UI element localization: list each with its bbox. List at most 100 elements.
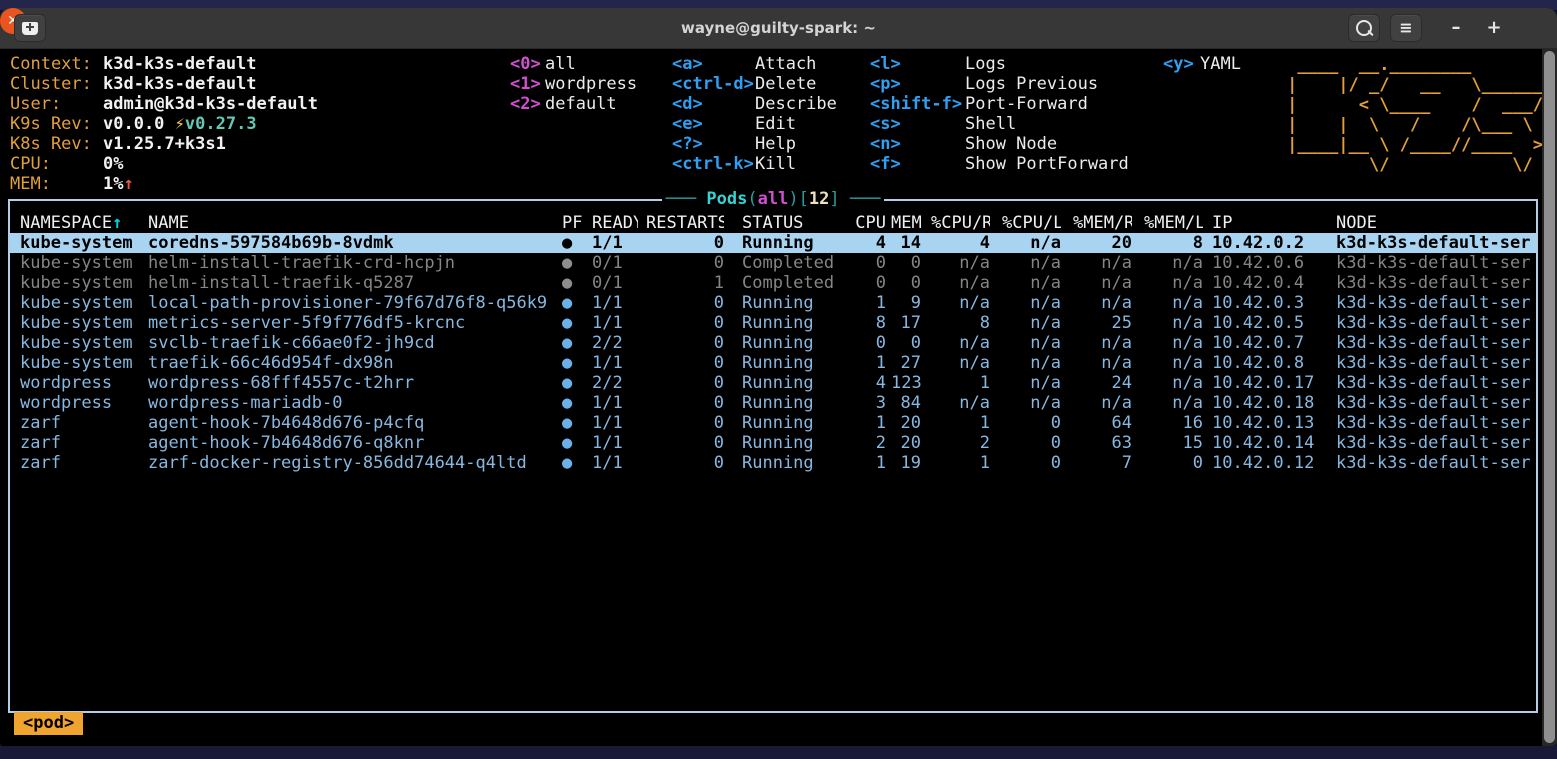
cluster-info-label: User: (10, 94, 103, 114)
table-title-part (840, 189, 850, 209)
table-cell: 0 (1002, 413, 1061, 433)
table-cell: Completed (742, 273, 842, 293)
pf-dot-cell: ● (562, 333, 586, 353)
scrollbar[interactable] (1542, 49, 1557, 746)
table-cell: 1 (852, 353, 886, 373)
scrollbar-thumb[interactable] (1544, 51, 1555, 743)
table-cell: 2/2 (592, 373, 638, 393)
column-header--mem-l: %MEM/L (1144, 213, 1203, 233)
table-cell: k3d-k3s-default-ser (1336, 273, 1536, 293)
table-cell: n/a (931, 293, 990, 313)
table-row[interactable]: wordpresswordpress-mariadb-0●1/10Running… (10, 393, 1536, 413)
table-cell: 10.42.0.13 (1212, 413, 1328, 433)
table-row[interactable]: kube-system svclb-traefik-c66ae0f2-jh9cd ●… (10, 333, 1536, 353)
table-row[interactable]: kube-systemcoredns-597584b69b-8vdmk●1/10… (10, 233, 1536, 253)
action-shortcut-item: <d>Describe (672, 94, 837, 114)
table-cell: 1/1 (592, 433, 638, 453)
table-cell: n/a (1073, 273, 1132, 293)
table-cell: 16 (1144, 413, 1203, 433)
table-cell: Running (742, 393, 842, 413)
table-row[interactable]: kube-systemhelm-install-traefik-crd-hcpj… (10, 253, 1536, 273)
table-cell: zarf (20, 453, 138, 473)
table-cell: svclb-traefik-c66ae0f2-jh9cd (148, 333, 552, 353)
table-cell: kube-system (20, 313, 138, 333)
table-cell: k3d-k3s-default-ser (1336, 233, 1536, 253)
table-row[interactable]: zarfagent-hook-7b4648d676-p4cfq●1/10Runn… (10, 413, 1536, 433)
table-title-part: Pods (706, 189, 747, 209)
table-cell: 10.42.0.5 (1212, 313, 1328, 333)
cluster-info-value: k3d-k3s-default (103, 74, 257, 94)
table-cell: k3d-k3s-default-ser (1336, 453, 1536, 473)
table-cell: agent-hook-7b4648d676-q8knr (148, 433, 552, 453)
pods-table-title: ─── Pods(all)[12] ─── (10, 189, 1536, 209)
action-shortcut-item: <?>Help (672, 134, 837, 154)
cluster-info-value: ⚡ (175, 114, 185, 134)
column-header--mem-r: %MEM/R (1073, 213, 1132, 233)
table-cell: k3d-k3s-default-ser (1336, 253, 1536, 273)
table-cell: n/a (1144, 373, 1203, 393)
table-cell: n/a (1073, 333, 1132, 353)
table-cell: 0/1 (592, 273, 638, 293)
table-cell: n/a (931, 273, 990, 293)
table-row[interactable]: kube-systemmetrics-server-5f9f776df5-krc… (10, 313, 1536, 333)
table-cell: n/a (1002, 373, 1061, 393)
table-row[interactable]: kube-systemhelm-install-traefik-q5287●0/… (10, 273, 1536, 293)
table-cell: Running (742, 333, 842, 353)
shortcut-label: Logs (965, 54, 1006, 74)
table-row[interactable]: wordpresswordpress-68fff4557c-t2hrr●2/20… (10, 373, 1536, 393)
maximize-button[interactable]: + (1484, 8, 1504, 48)
cluster-info-row: CPU:0% (10, 154, 318, 174)
table-row[interactable]: kube-systemlocal-path-provisioner-79f67d… (10, 293, 1536, 313)
table-cell: 20 (891, 413, 921, 433)
table-cell: 4 (852, 233, 886, 253)
table-cell: 0 (852, 253, 886, 273)
shortcut-key: <1> (510, 74, 545, 94)
table-cell: 0 (646, 233, 724, 253)
table-cell: 63 (1073, 433, 1132, 453)
table-row[interactable]: zarfzarf-docker-registry-856dd74644-q4lt… (10, 453, 1536, 473)
table-cell: 64 (1073, 413, 1132, 433)
table-cell: Running (742, 453, 842, 473)
table-cell: Running (742, 233, 842, 253)
menu-button[interactable]: ≡ (1390, 14, 1422, 42)
table-cell: wordpress (20, 373, 138, 393)
table-cell: 2 (931, 433, 990, 453)
shortcut-key: <l> (870, 54, 965, 74)
table-row[interactable]: kube-systemtraefik-66c46d954f-dx98n●1/10… (10, 353, 1536, 373)
table-cell: 1 (646, 273, 724, 293)
table-cell: 0 (852, 333, 886, 353)
table-cell: n/a (1002, 313, 1061, 333)
table-row[interactable]: zarfagent-hook-7b4648d676-q8knr●1/10Runn… (10, 433, 1536, 453)
cluster-info-value: admin@k3d-k3s-default (103, 94, 318, 114)
table-cell: 1 (852, 453, 886, 473)
table-cell: 4 (852, 373, 886, 393)
shortcut-key: <p> (870, 74, 965, 94)
table-cell: 7 (1073, 453, 1132, 473)
table-cell: Running (742, 293, 842, 313)
table-cell: 24 (1073, 373, 1132, 393)
window-title: wayne@guilty-spark: ~ (0, 8, 1557, 48)
table-cell: k3d-k3s-default-ser (1336, 373, 1536, 393)
shortcut-label: all (545, 54, 576, 74)
search-button[interactable] (1348, 14, 1380, 42)
table-cell: n/a (931, 253, 990, 273)
table-cell: 0 (646, 353, 724, 373)
shortcut-label: Describe (755, 94, 837, 114)
table-cell: 9 (891, 293, 921, 313)
table-cell: helm-install-traefik-crd-hcpjn (148, 253, 552, 273)
table-title-part: all (758, 189, 789, 209)
table-cell: 0 (646, 453, 724, 473)
table-cell: 0 (891, 273, 921, 293)
table-cell: Running (742, 433, 842, 453)
column-header-name: NAME (148, 213, 552, 233)
shortcut-key: <y> (1163, 54, 1200, 74)
shortcut-label: Show Node (965, 134, 1057, 154)
pf-dot-cell: ● (562, 453, 586, 473)
table-cell: 0/1 (592, 253, 638, 273)
table-cell: kube-system (20, 333, 138, 353)
minimize-button[interactable]: – (1446, 8, 1466, 48)
table-cell: 10.42.0.4 (1212, 273, 1328, 293)
table-cell: 0 (646, 313, 724, 333)
table-cell: 10.42.0.14 (1212, 433, 1328, 453)
table-cell: n/a (1002, 333, 1061, 353)
